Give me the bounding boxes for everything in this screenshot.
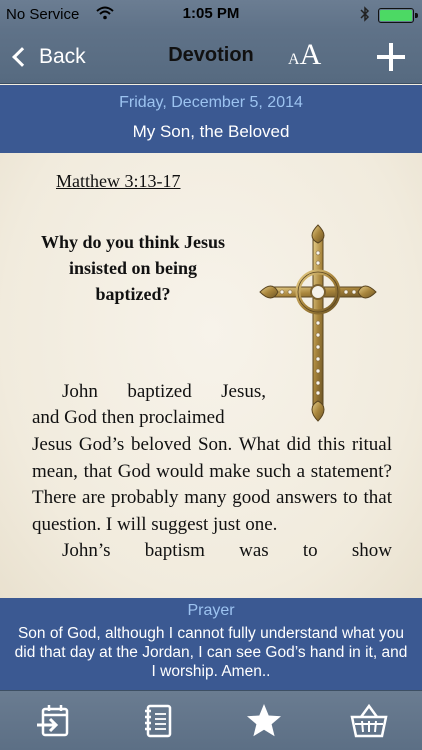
scripture-reference[interactable]: Matthew 3:13-17: [56, 171, 180, 192]
tab-journal[interactable]: [106, 691, 212, 750]
prayer-section: Prayer Son of God, although I cannot ful…: [0, 598, 422, 690]
prayer-label: Prayer: [187, 602, 235, 619]
basket-icon: [350, 703, 388, 737]
clock: 1:05 PM: [182, 5, 240, 22]
font-size-large-glyph: A: [299, 38, 322, 71]
devotion-header: Friday, December 5, 2014 My Son, the Bel…: [0, 85, 422, 153]
star-icon: [246, 703, 281, 736]
devotion-paragraph-2: John’s baptism was to show: [62, 540, 392, 561]
battery-level: [380, 10, 412, 21]
status-bar: No Service 1:05 PM: [0, 0, 422, 30]
add-button[interactable]: [376, 42, 406, 72]
tab-go-to-date[interactable]: [0, 691, 106, 750]
devotion-date: Friday, December 5, 2014: [119, 94, 303, 111]
tab-favorites[interactable]: [211, 691, 317, 750]
prayer-text: Son of God, although I cannot fully unde…: [14, 625, 408, 680]
devotion-paragraph-1-line-1: John baptized Jesus,: [62, 381, 266, 402]
devotion-paragraph-1-line-2: and God then proclaimed: [32, 407, 225, 428]
cross-image: [259, 224, 377, 422]
font-size-button[interactable]: AA: [288, 38, 321, 72]
battery-icon: [378, 8, 418, 23]
tab-store[interactable]: [317, 691, 422, 750]
devotion-question: Why do you think Jesus insisted on being…: [40, 232, 226, 304]
font-size-small-glyph: A: [288, 51, 300, 68]
bluetooth-icon: [360, 6, 370, 25]
calendar-enter-icon: [36, 704, 68, 736]
devotion-title: My Son, the Beloved: [132, 122, 290, 141]
devotion-paragraph-1: Jesus God’s beloved Son. What did this r…: [32, 434, 392, 535]
tab-bar: [0, 690, 422, 750]
devotion-content[interactable]: Matthew 3:13-17 Why do you think Jesus i…: [0, 153, 422, 598]
navigation-bar: Back Devotion AA: [0, 30, 422, 84]
back-button[interactable]: Back: [10, 40, 86, 74]
chevron-left-icon: [12, 47, 32, 67]
back-label: Back: [39, 45, 86, 68]
notebook-icon: [145, 704, 172, 737]
